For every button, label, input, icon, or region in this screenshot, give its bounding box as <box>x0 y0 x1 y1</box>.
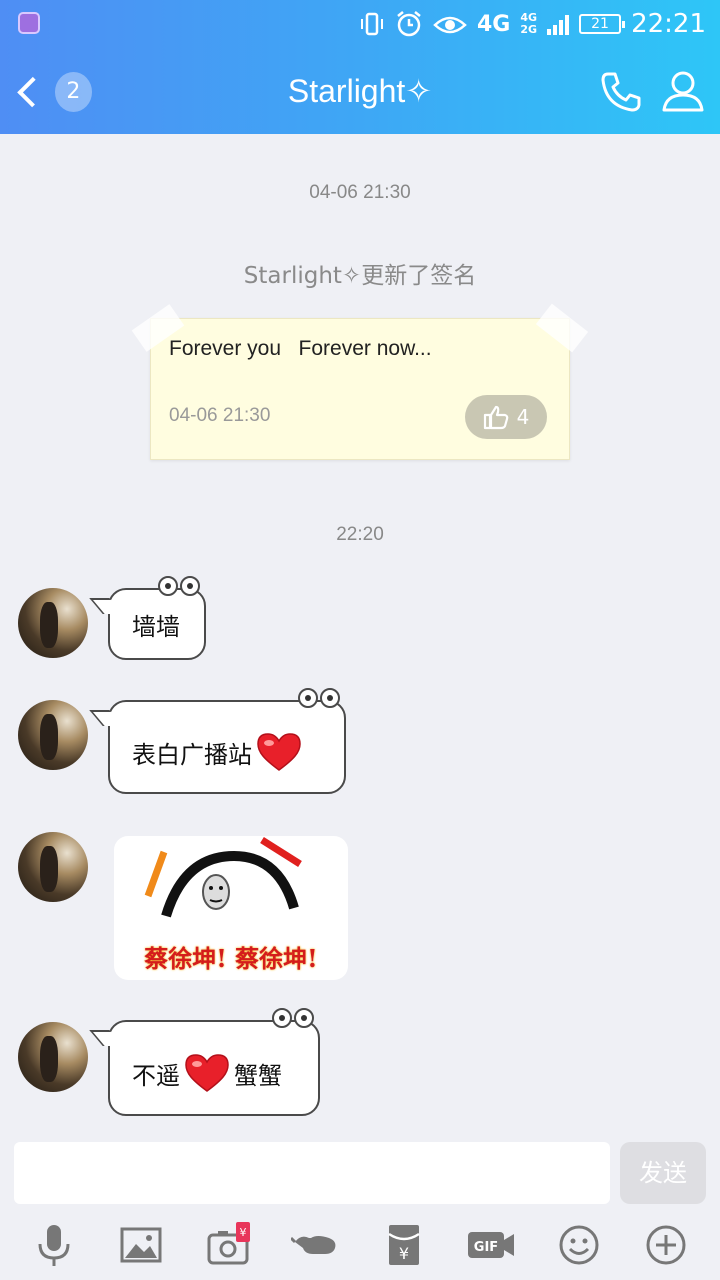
thumbs-up-icon <box>483 405 508 430</box>
message-input[interactable] <box>14 1142 610 1204</box>
profile-icon[interactable] <box>660 68 706 114</box>
message-bubble[interactable]: 不遥 蟹蟹 <box>108 1008 320 1116</box>
heart-icon <box>257 733 301 771</box>
signature-card[interactable]: Forever you Forever now... 04-06 21:30 4 <box>131 303 589 460</box>
like-count: 4 <box>516 405 530 429</box>
timestamp: 04-06 21:30 <box>309 182 411 203</box>
message-text: 不遥 <box>132 1061 180 1090</box>
status-bar: 4G 4G 2G 21 22:21 <box>0 0 720 48</box>
avatar[interactable] <box>18 700 88 770</box>
input-bar: 发送 <box>0 1136 720 1210</box>
plus-icon[interactable] <box>641 1220 691 1270</box>
nav-bar: 2 Starlight✧ <box>0 48 720 134</box>
vibrate-icon <box>361 12 383 36</box>
timestamp: 22:20 <box>336 524 384 545</box>
avatar[interactable] <box>18 832 88 902</box>
eye-icon <box>433 16 467 34</box>
message-bubble[interactable]: 表白广播站 <box>108 688 346 794</box>
like-button[interactable]: 4 <box>465 395 547 439</box>
status-icons: 4G 4G 2G 21 22:21 <box>359 6 706 42</box>
redpacket-icon[interactable]: ¥ <box>379 1220 429 1270</box>
message-text: 蟹蟹 <box>234 1061 282 1090</box>
message-text: 表白广播站 <box>132 740 252 769</box>
network-type: 4G <box>477 11 511 37</box>
dual-network: 4G 2G <box>520 11 538 36</box>
mic-icon[interactable] <box>29 1220 79 1270</box>
alarm-icon <box>397 11 421 37</box>
phone-icon[interactable] <box>598 68 644 114</box>
signal-icon <box>547 13 570 35</box>
image-icon[interactable] <box>116 1220 166 1270</box>
panda-face-sticker <box>144 837 302 918</box>
message-bubble[interactable]: 墙墙 <box>108 576 206 660</box>
header: 4G 4G 2G 21 22:21 2 Starlight✧ <box>0 0 720 134</box>
svg-text:¥: ¥ <box>399 1244 409 1263</box>
battery-indicator: 21 <box>579 14 626 34</box>
gif-icon[interactable]: GIF <box>466 1220 516 1270</box>
bubble-eyes-decoration <box>298 688 340 708</box>
heart-icon <box>185 1054 229 1092</box>
sticker-caption: 蔡徐坤! 蔡徐坤! <box>144 944 318 973</box>
avatar[interactable] <box>18 588 88 658</box>
camera-redpacket-icon[interactable]: ¥ <box>204 1220 254 1270</box>
bubble-eyes-decoration <box>158 576 200 596</box>
poke-icon[interactable] <box>290 1220 341 1270</box>
gallery-notification-icon <box>18 12 40 34</box>
clock: 22:21 <box>631 9 706 39</box>
sticker-image[interactable]: 蔡徐坤! 蔡徐坤! <box>114 836 348 980</box>
svg-text:¥: ¥ <box>239 1226 246 1239</box>
send-button[interactable]: 发送 <box>620 1142 706 1204</box>
avatar[interactable] <box>18 1022 88 1092</box>
emoji-icon[interactable] <box>554 1220 604 1270</box>
toolbar: ¥ ¥ GIF <box>0 1210 720 1280</box>
system-message: Starlight✧更新了签名 <box>243 263 477 289</box>
bubble-eyes-decoration <box>272 1008 314 1028</box>
message-text: 墙墙 <box>132 612 180 641</box>
signature-text: Forever you Forever now... <box>169 337 432 360</box>
svg-text:GIF: GIF <box>474 1240 498 1255</box>
signature-time: 04-06 21:30 <box>169 405 271 426</box>
